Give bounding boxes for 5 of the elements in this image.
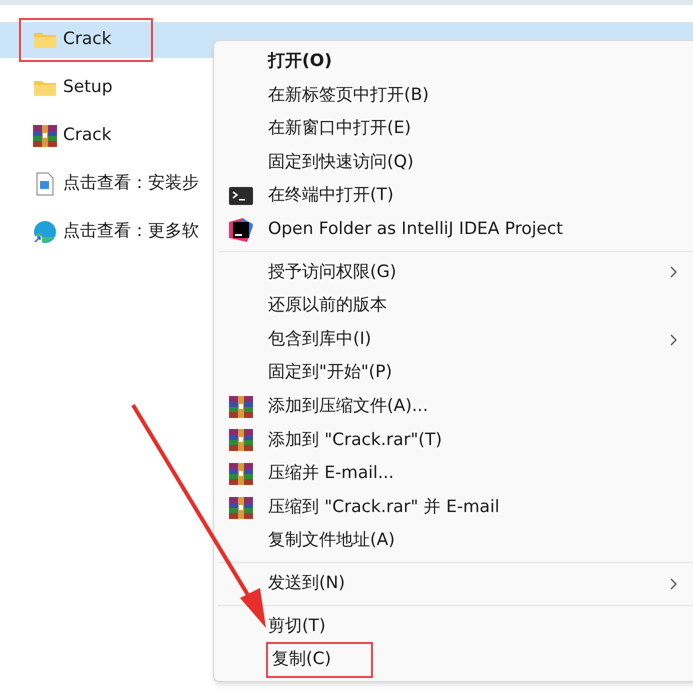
file-name: 点击查看：安装步: [63, 172, 199, 196]
file-name: Crack: [63, 124, 112, 148]
file-name: 点击查看：更多软: [63, 220, 199, 244]
file-name: Setup: [63, 76, 112, 100]
file-name: Crack: [63, 28, 112, 52]
